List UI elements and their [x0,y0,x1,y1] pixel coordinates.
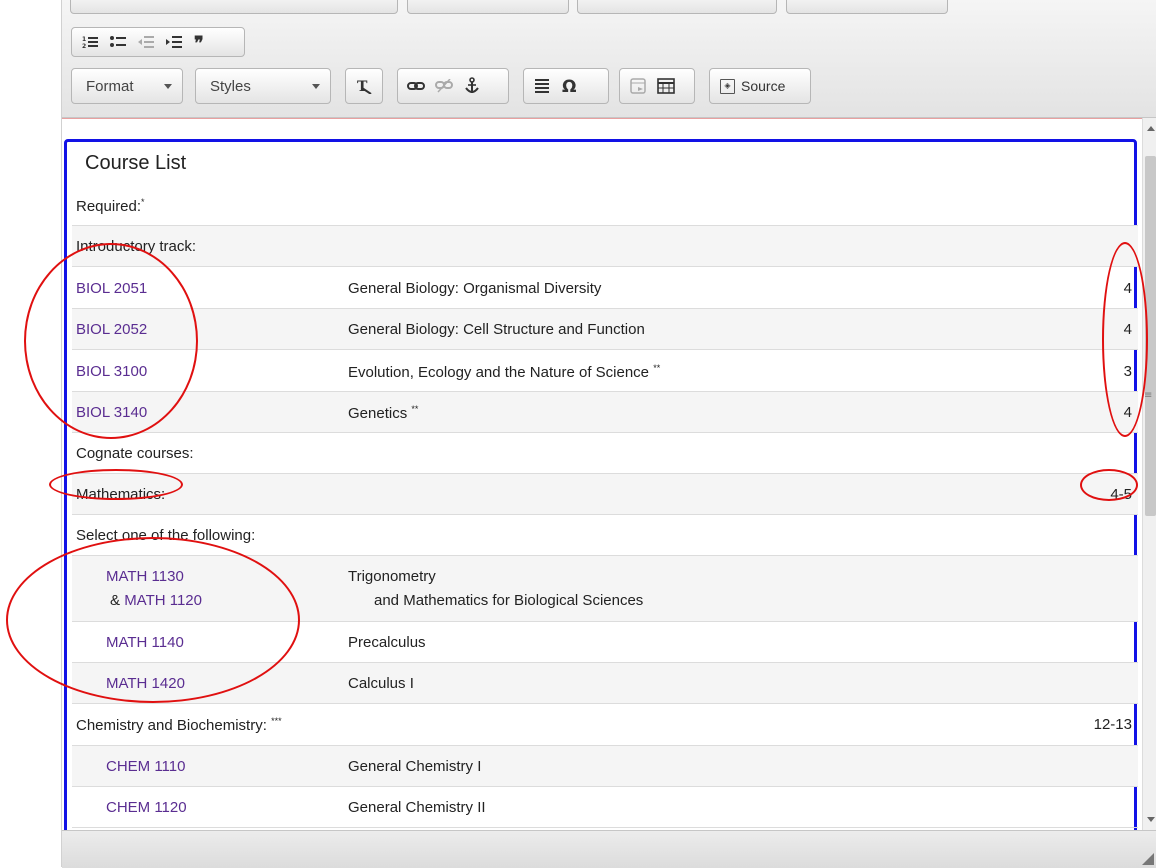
table-row: Introductory track: [72,226,1138,267]
resize-handle-icon[interactable] [1142,853,1154,865]
anchor-icon[interactable] [460,74,484,98]
table-row: BIOL 3140 Genetics ** 4 [72,392,1138,433]
course-credits: 12-13 [1093,716,1132,733]
course-title: General Biology: Organismal Diversity [348,280,602,297]
table-row: Select one of the following: [72,515,1138,556]
remove-format-icon[interactable]: T [352,74,376,98]
course-link[interactable]: BIOL 3100 [76,363,147,380]
blockquote-icon[interactable]: ❞ [190,30,214,54]
course-link[interactable]: CHEM 1110 [106,758,185,775]
course-credits: 4 [1123,321,1132,338]
course-link[interactable]: CHEM 1120 [106,799,187,816]
course-link[interactable]: BIOL 3140 [76,404,147,421]
course-link[interactable]: MATH 1420 [106,675,185,692]
table-row: CHEM 1120 General Chemistry II [72,787,1138,828]
table-icon[interactable] [654,74,678,98]
scroll-up-arrow-icon[interactable] [1147,126,1155,131]
course-link-pair: & MATH 1120 [110,592,202,609]
editor-status-bar [62,830,1156,868]
row-label: Mathematics: [76,486,166,503]
editor-toolbar: 12 ❞ Format Styles T Ω ◈ Source [62,0,1156,118]
editor-content-area[interactable]: Course List Required:* Introductory trac… [62,118,1142,831]
table-row: BIOL 2052 General Biology: Cell Structur… [72,309,1138,350]
format-dropdown-label: Format [86,77,134,95]
scroll-down-arrow-icon[interactable] [1147,817,1155,822]
scroll-grip-icon: ≡ [1144,390,1153,401]
source-icon: ◈ [720,78,735,94]
omega-icon[interactable]: Ω [558,74,582,98]
course-link[interactable]: MATH 1140 [106,634,184,651]
source-button[interactable]: ◈ Source [709,68,811,104]
course-title: Genetics ** [348,404,419,422]
table-toolbar-group [619,68,695,104]
course-title: Evolution, Ecology and the Nature of Sci… [348,363,661,381]
course-title: and Mathematics for Biological Sciences [374,592,644,609]
iframe-icon[interactable] [626,74,650,98]
styles-dropdown[interactable]: Styles [195,68,331,104]
toolbar-group-partial[interactable] [407,0,569,14]
table-row: CHEM 1110 General Chemistry I [72,746,1138,787]
row-label: Chemistry and Biochemistry: *** [76,716,282,734]
outdent-icon[interactable] [134,30,158,54]
insert-toolbar-group: Ω [523,68,609,104]
table-row: MATH 1420 Calculus I [72,663,1138,704]
course-title: Calculus I [348,675,414,692]
course-title: General Chemistry II [348,799,486,816]
link-toolbar-group [397,68,509,104]
scrollbar-thumb[interactable] [1145,156,1156,516]
course-credits: 4 [1123,404,1132,421]
course-title: General Chemistry I [348,758,482,775]
course-link[interactable]: BIOL 2051 [76,280,147,297]
rich-text-editor: 12 ❞ Format Styles T Ω ◈ Source Course L… [61,0,1156,868]
course-link[interactable]: BIOL 2052 [76,321,147,338]
course-credits: 4-5 [1110,486,1132,503]
styles-dropdown-label: Styles [210,77,251,95]
indent-icon[interactable] [162,30,186,54]
chevron-down-icon [312,84,320,89]
source-button-label: Source [741,78,786,94]
table-row: Chemistry and Biochemistry: *** 12-13 [72,704,1138,746]
chevron-down-icon [164,84,172,89]
list-toolbar-group: 12 ❞ [71,27,245,57]
bulleted-list-icon[interactable] [106,30,130,54]
course-title: Precalculus [348,634,426,651]
course-credits: 4 [1123,280,1132,297]
course-title: General Biology: Cell Structure and Func… [348,321,645,338]
course-title: Trigonometry [348,568,436,585]
table-row: Required:* [72,184,1138,226]
svg-text:1: 1 [82,36,86,43]
horizontal-line-icon[interactable] [530,74,554,98]
svg-text:❞: ❞ [194,35,204,49]
numbered-list-icon[interactable]: 12 [78,30,102,54]
row-label: Cognate courses: [76,445,194,462]
row-label: Select one of the following: [76,527,256,544]
svg-text:2: 2 [82,43,86,49]
table-row: MATH 1130 & MATH 1120 Trigonometry and M… [72,556,1138,622]
content-scrollbar[interactable]: ≡ [1142,118,1156,830]
course-list-legend: Course List [81,152,191,175]
row-label: Introductory track: [76,238,197,255]
svg-text:Ω: Ω [562,77,576,95]
course-list-fieldset: Course List Required:* Introductory trac… [64,139,1138,831]
course-list-table: Required:* Introductory track: BIOL 2051… [72,184,1138,828]
remove-format-group: T [345,68,383,104]
link-icon[interactable] [404,74,428,98]
row-label: Required:* [76,197,145,215]
unlink-icon[interactable] [432,74,456,98]
course-link[interactable]: MATH 1120 [124,592,202,609]
table-row: Mathematics: 4-5 [72,474,1138,515]
course-link[interactable]: MATH 1130 [106,568,184,585]
toolbar-group-partial[interactable] [70,0,398,14]
table-row: BIOL 2051 General Biology: Organismal Di… [72,267,1138,309]
table-row: MATH 1140 Precalculus [72,622,1138,663]
table-row: Cognate courses: [72,433,1138,474]
format-dropdown[interactable]: Format [71,68,183,104]
course-credits: 3 [1123,363,1132,380]
table-row: BIOL 3100 Evolution, Ecology and the Nat… [72,350,1138,392]
toolbar-group-partial[interactable] [786,0,948,14]
toolbar-group-partial[interactable] [577,0,777,14]
